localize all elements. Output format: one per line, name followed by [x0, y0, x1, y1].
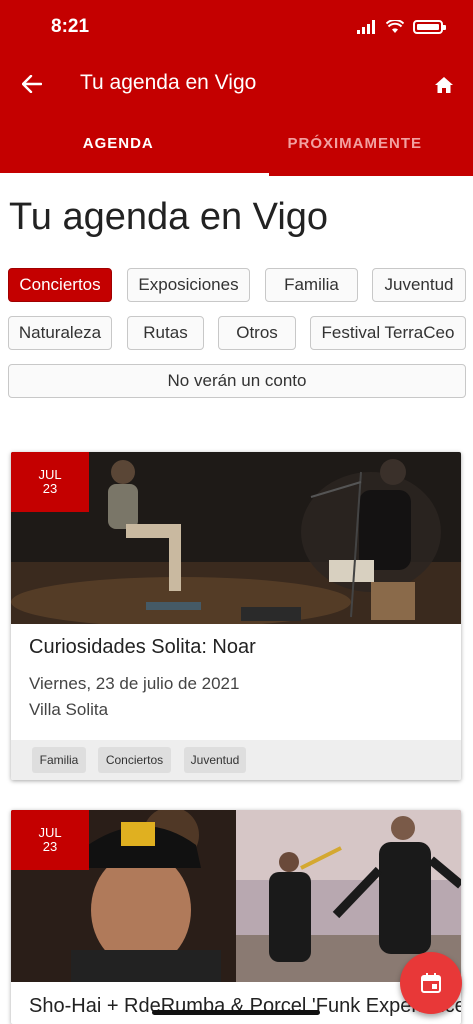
filter-chip-rutas[interactable]: Rutas [127, 316, 204, 350]
date-badge: JUL 23 [11, 810, 89, 870]
status-icons [357, 20, 446, 34]
filter-chip-exposiciones[interactable]: Exposiciones [127, 268, 250, 302]
event-venue: Villa Solita [29, 700, 109, 719]
date-day: 23 [42, 839, 58, 854]
status-time: 8:21 [51, 16, 90, 37]
event-date: Viernes, 23 de julio de 2021 [29, 674, 240, 693]
app-bar: Tu agenda en Vigo [0, 60, 473, 108]
date-month: JUL [38, 825, 62, 840]
filter-chip-conciertos[interactable]: Conciertos [8, 268, 112, 302]
status-bar: 8:21 [0, 14, 473, 42]
event-card[interactable]: JUL 23 Sho-Hai + RdeRumba & Porcel 'Funk… [11, 810, 461, 1024]
date-day: 23 [42, 481, 58, 496]
tab-agenda[interactable]: AGENDA [0, 124, 268, 176]
page-title: Tu agenda en Vigo [9, 196, 329, 238]
arrow-left-icon [22, 75, 42, 93]
filter-chip-familia[interactable]: Familia [265, 268, 358, 302]
home-indicator[interactable] [152, 1010, 320, 1015]
app-bar-title: Tu agenda en Vigo [80, 71, 257, 94]
tag-conciertos: Conciertos [98, 747, 171, 773]
filter-chip-otros[interactable]: Otros [218, 316, 296, 350]
event-card[interactable]: JUL 23 Curiosidades Solita: Noar Viernes… [11, 452, 461, 780]
event-title: Curiosidades Solita: Noar [29, 636, 256, 658]
back-button[interactable] [18, 70, 46, 98]
home-icon [435, 77, 453, 93]
date-month: JUL [38, 467, 62, 482]
signal-icon [357, 20, 375, 34]
filter-chip-juventud[interactable]: Juventud [372, 268, 466, 302]
app-header: 8:21 Tu agenda en Vigo AGENDA PRÓXIMAMEN… [0, 0, 473, 176]
tag-juventud: Juventud [184, 747, 246, 773]
wifi-icon [386, 20, 404, 33]
battery-icon [413, 20, 446, 34]
calendar-icon [421, 973, 441, 993]
date-badge: JUL 23 [11, 452, 89, 512]
tab-proximamente[interactable]: PRÓXIMAMENTE [237, 124, 473, 176]
tag-familia: Familia [32, 747, 86, 773]
tab-bar: AGENDA PRÓXIMAMENTE [0, 124, 473, 176]
filter-chip-festival-terraceo[interactable]: Festival TerraCeo [310, 316, 466, 350]
home-button[interactable] [431, 72, 457, 98]
filter-chip-no-veran-un-conto[interactable]: No verán un conto [8, 364, 466, 398]
event-tags: Familia Conciertos Juventud [11, 740, 461, 780]
calendar-fab-button[interactable] [400, 952, 462, 1014]
filter-chip-naturaleza[interactable]: Naturaleza [8, 316, 112, 350]
